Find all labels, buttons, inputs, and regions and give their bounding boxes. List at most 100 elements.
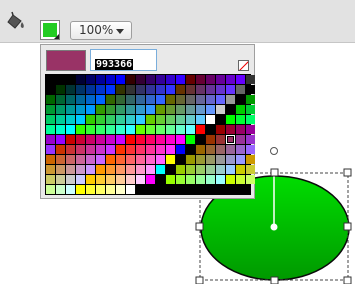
color-swatch[interactable] bbox=[226, 145, 235, 154]
color-swatch[interactable] bbox=[226, 75, 235, 84]
color-swatch[interactable] bbox=[136, 95, 145, 104]
color-swatch[interactable] bbox=[186, 155, 195, 164]
color-swatch[interactable] bbox=[226, 95, 235, 104]
color-swatch[interactable] bbox=[96, 135, 105, 144]
color-swatch[interactable] bbox=[176, 135, 185, 144]
color-swatch[interactable] bbox=[76, 155, 85, 164]
color-swatch[interactable] bbox=[116, 105, 125, 114]
color-swatch[interactable] bbox=[186, 165, 195, 174]
color-swatch[interactable] bbox=[216, 115, 225, 124]
color-swatch[interactable] bbox=[86, 125, 95, 134]
color-swatch[interactable] bbox=[196, 145, 205, 154]
resize-handle-left[interactable] bbox=[195, 222, 204, 231]
color-swatch[interactable] bbox=[76, 175, 85, 184]
color-swatch[interactable] bbox=[216, 145, 225, 154]
color-swatch[interactable] bbox=[56, 185, 65, 194]
color-swatch[interactable] bbox=[206, 165, 215, 174]
fill-color-swatch[interactable] bbox=[40, 20, 60, 40]
color-swatch[interactable] bbox=[96, 105, 105, 114]
color-swatch[interactable] bbox=[166, 115, 175, 124]
color-swatch[interactable] bbox=[176, 105, 185, 114]
color-swatch[interactable] bbox=[176, 95, 185, 104]
color-swatch[interactable] bbox=[56, 145, 65, 154]
color-swatch[interactable] bbox=[156, 85, 165, 94]
color-swatch[interactable] bbox=[56, 105, 65, 114]
color-swatch[interactable] bbox=[196, 95, 205, 104]
color-swatch[interactable] bbox=[106, 95, 115, 104]
color-swatch[interactable] bbox=[156, 165, 165, 174]
color-swatch[interactable] bbox=[136, 105, 145, 114]
color-swatch[interactable] bbox=[196, 105, 205, 114]
color-swatch[interactable] bbox=[186, 105, 195, 114]
color-swatch[interactable] bbox=[236, 105, 245, 114]
color-swatch[interactable] bbox=[116, 185, 125, 194]
color-swatch[interactable] bbox=[46, 95, 55, 104]
color-swatch[interactable] bbox=[176, 115, 185, 124]
color-swatch[interactable] bbox=[216, 155, 225, 164]
color-swatch[interactable] bbox=[96, 125, 105, 134]
color-swatch[interactable] bbox=[46, 145, 55, 154]
color-swatch[interactable] bbox=[216, 85, 225, 94]
color-swatch[interactable] bbox=[246, 175, 255, 184]
color-swatch[interactable] bbox=[46, 105, 55, 114]
color-swatch[interactable] bbox=[226, 85, 235, 94]
color-swatch[interactable] bbox=[106, 105, 115, 114]
color-swatch[interactable] bbox=[46, 175, 55, 184]
color-swatch[interactable] bbox=[166, 155, 175, 164]
color-swatch[interactable] bbox=[106, 85, 115, 94]
color-swatch[interactable] bbox=[166, 175, 175, 184]
hex-input[interactable]: 993366 bbox=[90, 49, 157, 71]
color-swatch[interactable] bbox=[106, 145, 115, 154]
color-swatch[interactable] bbox=[236, 175, 245, 184]
color-swatch[interactable] bbox=[176, 75, 185, 84]
color-swatch[interactable] bbox=[176, 175, 185, 184]
color-swatch[interactable] bbox=[76, 75, 85, 84]
color-swatch[interactable] bbox=[66, 115, 75, 124]
color-swatch[interactable] bbox=[116, 75, 125, 84]
color-swatch[interactable] bbox=[56, 155, 65, 164]
color-swatch[interactable] bbox=[106, 75, 115, 84]
color-swatch[interactable] bbox=[56, 165, 65, 174]
color-swatch[interactable] bbox=[66, 105, 75, 114]
color-swatch[interactable] bbox=[46, 85, 55, 94]
resize-handle-top[interactable] bbox=[270, 168, 279, 177]
color-swatch[interactable] bbox=[136, 155, 145, 164]
color-swatch[interactable] bbox=[116, 95, 125, 104]
color-swatch[interactable] bbox=[76, 105, 85, 114]
color-swatch[interactable] bbox=[146, 135, 155, 144]
color-swatch[interactable] bbox=[176, 145, 185, 154]
color-swatch[interactable] bbox=[246, 105, 255, 114]
color-swatch[interactable] bbox=[96, 85, 105, 94]
color-swatch[interactable] bbox=[146, 165, 155, 174]
color-swatch[interactable] bbox=[186, 75, 195, 84]
color-swatch[interactable] bbox=[226, 115, 235, 124]
color-swatch[interactable] bbox=[126, 175, 135, 184]
color-swatch[interactable] bbox=[196, 175, 205, 184]
color-swatch[interactable] bbox=[196, 165, 205, 174]
color-swatch[interactable] bbox=[136, 115, 145, 124]
color-swatch[interactable] bbox=[86, 105, 95, 114]
color-swatch[interactable] bbox=[206, 115, 215, 124]
color-swatch[interactable] bbox=[76, 185, 85, 194]
color-swatch[interactable] bbox=[56, 135, 65, 144]
color-swatch[interactable] bbox=[196, 155, 205, 164]
color-swatch[interactable] bbox=[146, 145, 155, 154]
color-swatch[interactable] bbox=[246, 145, 255, 154]
color-swatch[interactable] bbox=[236, 165, 245, 174]
color-swatch[interactable] bbox=[66, 75, 75, 84]
color-swatch[interactable] bbox=[176, 85, 185, 94]
color-swatch[interactable] bbox=[136, 135, 145, 144]
color-swatch[interactable] bbox=[126, 185, 135, 194]
color-swatch[interactable] bbox=[76, 165, 85, 174]
color-swatch[interactable] bbox=[146, 175, 155, 184]
color-swatch[interactable] bbox=[86, 135, 95, 144]
color-swatch[interactable] bbox=[226, 135, 235, 144]
color-swatch[interactable] bbox=[106, 135, 115, 144]
color-swatch[interactable] bbox=[136, 75, 145, 84]
color-swatch[interactable] bbox=[216, 125, 225, 134]
color-swatch[interactable] bbox=[236, 135, 245, 144]
color-swatch[interactable] bbox=[156, 75, 165, 84]
rotation-handle[interactable] bbox=[270, 147, 278, 155]
color-swatch[interactable] bbox=[76, 135, 85, 144]
color-swatch[interactable] bbox=[46, 135, 55, 144]
